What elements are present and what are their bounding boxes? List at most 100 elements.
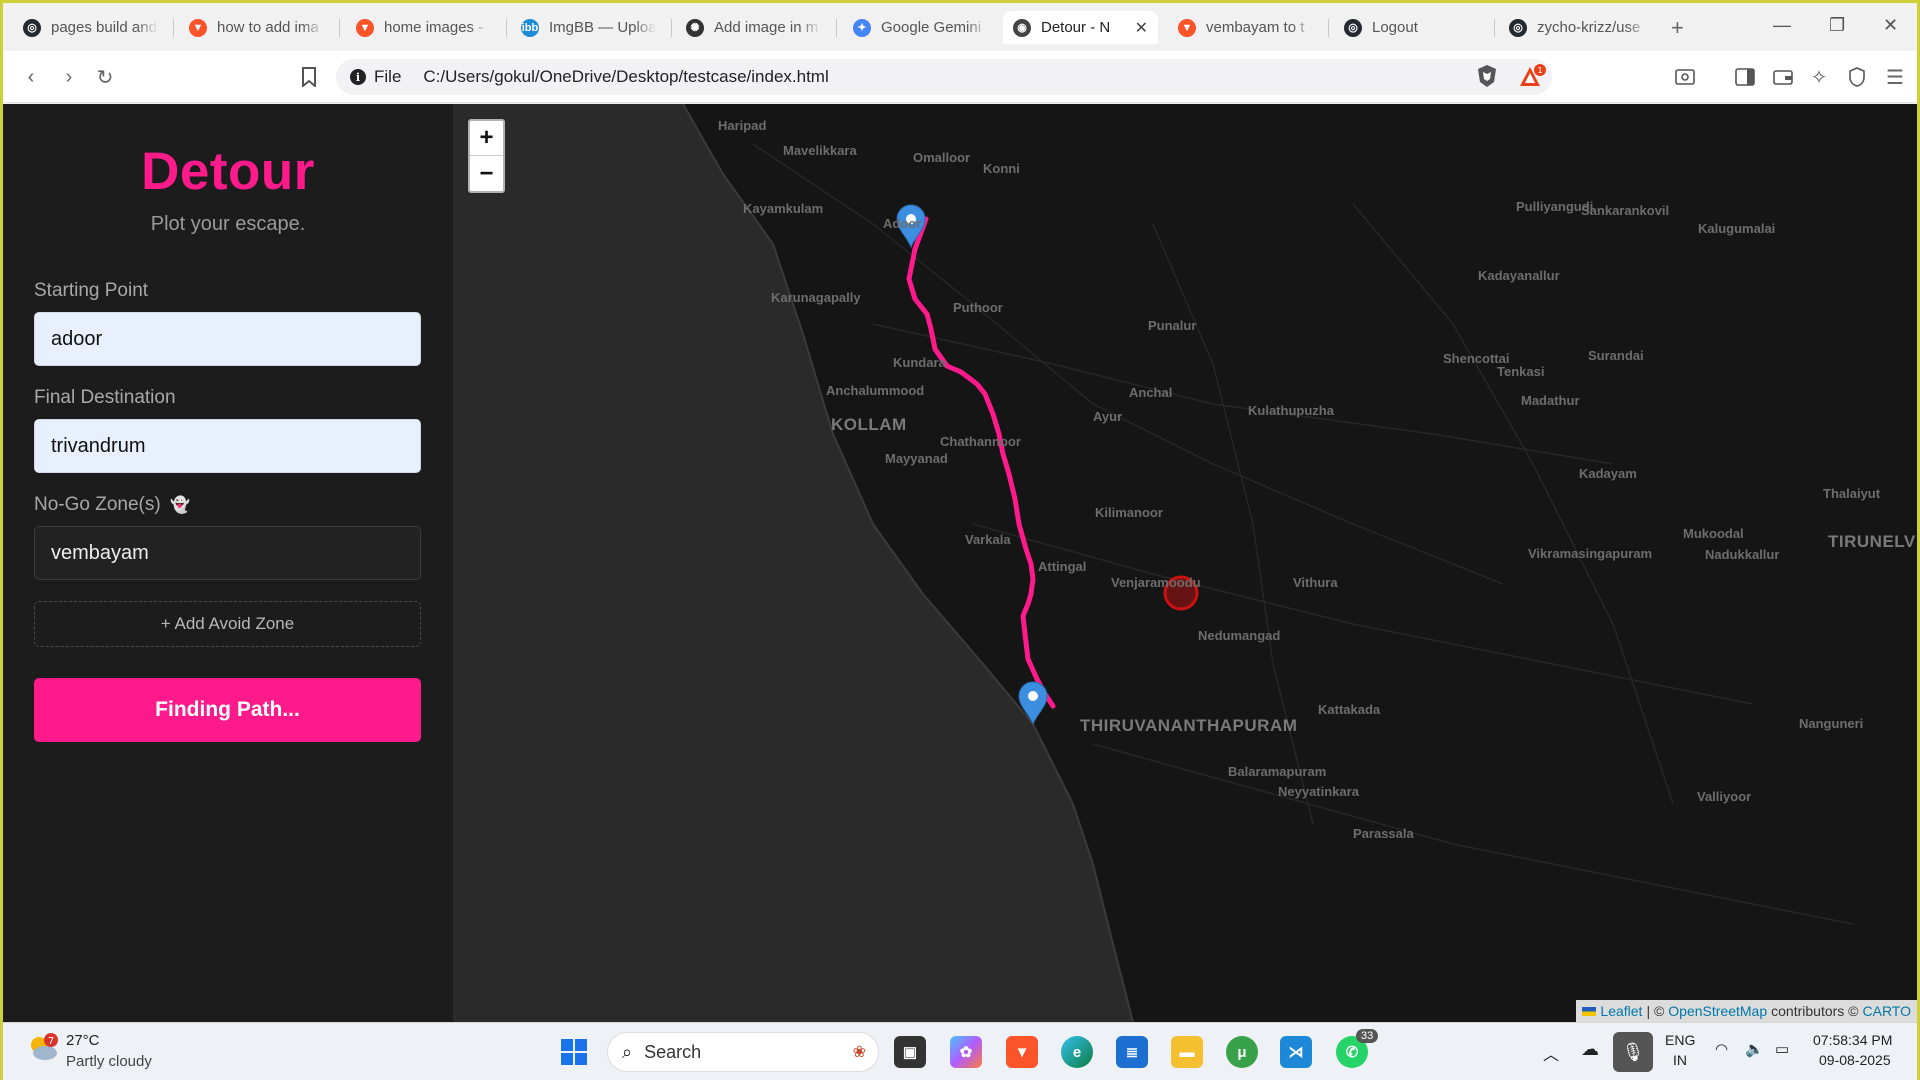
notepad-icon[interactable]: ≣ [1116,1036,1148,1068]
brave-icon: ▼ [356,18,374,37]
map-place-label: Chathannoor [940,434,1021,449]
language-bottom[interactable]: IN [1673,1052,1687,1068]
map-place-label: Kundara [893,355,946,370]
file-scheme-label: File [374,67,402,86]
windows-taskbar: 7 27°C Partly cloudy ⌕ Search ❀ ▣ ✿ ▼ e … [3,1022,1917,1080]
copilot-icon[interactable]: ✿ [950,1036,982,1068]
browser-tab[interactable]: ◎ pages build and [13,11,168,44]
bookmark-icon[interactable] [295,63,323,91]
brave-icon: ▼ [1178,18,1196,37]
add-avoid-zone-button[interactable]: + Add Avoid Zone [34,601,421,647]
minimize-icon[interactable]: — [1773,15,1791,36]
map-place-label: Kattakada [1318,702,1381,717]
map-place-label: Mayyanad [885,451,948,466]
restore-icon[interactable]: ❐ [1829,15,1845,36]
battery-icon[interactable]: ▭ [1775,1040,1789,1058]
map-place-label: Kadayanallur [1478,268,1560,283]
osm-link[interactable]: OpenStreetMap [1668,1003,1767,1019]
browser-tab[interactable]: ▼ vembayam to t [1168,11,1323,44]
vscode-icon[interactable]: ⋊ [1280,1036,1312,1068]
search-label: Search [644,1041,702,1062]
language-top[interactable]: ENG [1665,1032,1695,1048]
github-icon: ◎ [1344,18,1362,37]
tray-chevron-icon[interactable]: ︿ [1543,1041,1559,1065]
nogo-input[interactable]: vembayam [34,526,421,580]
tab-separator [671,19,672,37]
browser-tab[interactable]: ✦ Google Gemini [843,11,998,44]
carto-link[interactable]: CARTO [1863,1003,1912,1019]
browser-tab[interactable]: ▼ home images - [346,11,501,44]
leaflet-link[interactable]: Leaflet [1600,1003,1642,1019]
tab-separator [339,19,340,37]
weather-widget[interactable]: 7 [25,1033,59,1068]
new-tab-button[interactable]: + [1671,15,1684,41]
browser-tab[interactable]: ◎ Logout [1334,11,1489,44]
browser-tab[interactable]: ◉ Detour - N ✕ [1003,11,1158,44]
tab-title: vembayam to t [1206,19,1305,36]
taskbar-search[interactable]: ⌕ Search ❀ [607,1032,879,1072]
route-map[interactable]: Haripad Mavelikkara Omalloor Konni Kayamkula… [453,104,1917,1022]
map-place-label: Nedumangad [1198,628,1281,643]
menu-icon[interactable]: ☰ [1881,63,1909,91]
map-place-label: Valliyoor [1697,789,1752,804]
close-tab-icon[interactable]: ✕ [1135,18,1148,38]
reload-icon[interactable]: ↻ [91,63,119,91]
search-icon: ⌕ [622,1041,633,1062]
map-place-label: Kadayam [1579,466,1637,481]
close-window-icon[interactable]: ✕ [1883,15,1898,36]
tab-separator [1328,19,1329,37]
brave-shields-icon[interactable] [1476,64,1498,93]
wallet-icon[interactable] [1769,63,1797,91]
nogo-label: No-Go Zone(s) 👻 [34,494,190,516]
url-text[interactable]: C:/Users/gokul/OneDrive/Desktop/testcase… [423,67,828,87]
onedrive-icon[interactable]: ☁ [1581,1039,1599,1060]
find-path-button[interactable]: Finding Path... [34,678,421,742]
browser-tab[interactable]: ▼ how to add ima [179,11,334,44]
globe-icon: ◉ [1013,18,1031,37]
app-tagline: Plot your escape. [150,213,306,235]
destination-input[interactable]: trivandrum [34,419,421,473]
sidebar-toggle-icon[interactable] [1731,63,1759,91]
brave-rewards-icon[interactable]: 1 [1518,64,1546,95]
zoom-in-button[interactable]: + [470,121,503,156]
map-place-label: Thalaiyut [1823,486,1881,501]
info-icon[interactable]: i [350,69,366,85]
screenshot-icon[interactable] [1671,63,1699,91]
tab-separator [1494,19,1495,37]
volume-icon[interactable]: 🔈 [1745,1040,1764,1058]
task-view-icon[interactable]: ▣ [894,1036,926,1068]
browser-tab[interactable]: ibb ImgBB — Uploa [511,11,666,44]
start-icon[interactable] [558,1036,590,1068]
microphone-icon[interactable]: 🎙 [1613,1032,1653,1072]
clock-time[interactable]: 07:58:34 PM [1813,1032,1892,1048]
back-icon[interactable]: ‹ [17,63,45,91]
tab-title: Logout [1372,19,1418,36]
map-place-label: Adoor [883,216,922,231]
map-canvas [453,104,1854,1022]
start-input[interactable]: adoor [34,312,421,366]
zoom-out-button[interactable]: − [470,156,503,191]
tab-separator [836,19,837,37]
destination-label: Final Destination [34,387,176,408]
vpn-icon[interactable] [1843,63,1871,91]
leo-ai-icon[interactable]: ✧ [1805,63,1833,91]
tab-title: Detour - N [1041,19,1111,36]
address-bar[interactable]: i File C:/Users/gokul/OneDrive/Desktop/t… [336,59,1552,95]
browser-tab[interactable]: ✺ Add image in m [676,11,831,44]
file-explorer-icon[interactable]: ▬ [1171,1036,1203,1068]
map-place-label: Puthoor [953,300,1003,315]
chatgpt-icon: ✺ [686,18,704,37]
clock-date[interactable]: 09-08-2025 [1819,1052,1891,1068]
weather-icon: 7 [31,1033,58,1060]
edge-icon[interactable]: e [1061,1036,1093,1068]
browser-tab[interactable]: ◎ zycho-krizz/use [1499,11,1659,44]
nogo-label-text: No-Go Zone(s) [34,494,161,515]
forward-icon[interactable]: › [55,63,83,91]
brave-taskbar-icon[interactable]: ▼ [1006,1036,1038,1068]
browser-toolbar: ‹ › ↻ i File C:/Users/gokul/OneDrive/Des… [3,51,1917,103]
wifi-icon[interactable]: ◠ [1715,1040,1728,1058]
utorrent-icon[interactable]: μ [1226,1036,1258,1068]
map-place-label: Karunagapally [771,290,861,305]
brave-icon: ▼ [189,18,207,37]
whatsapp-badge: 33 [1356,1029,1379,1043]
